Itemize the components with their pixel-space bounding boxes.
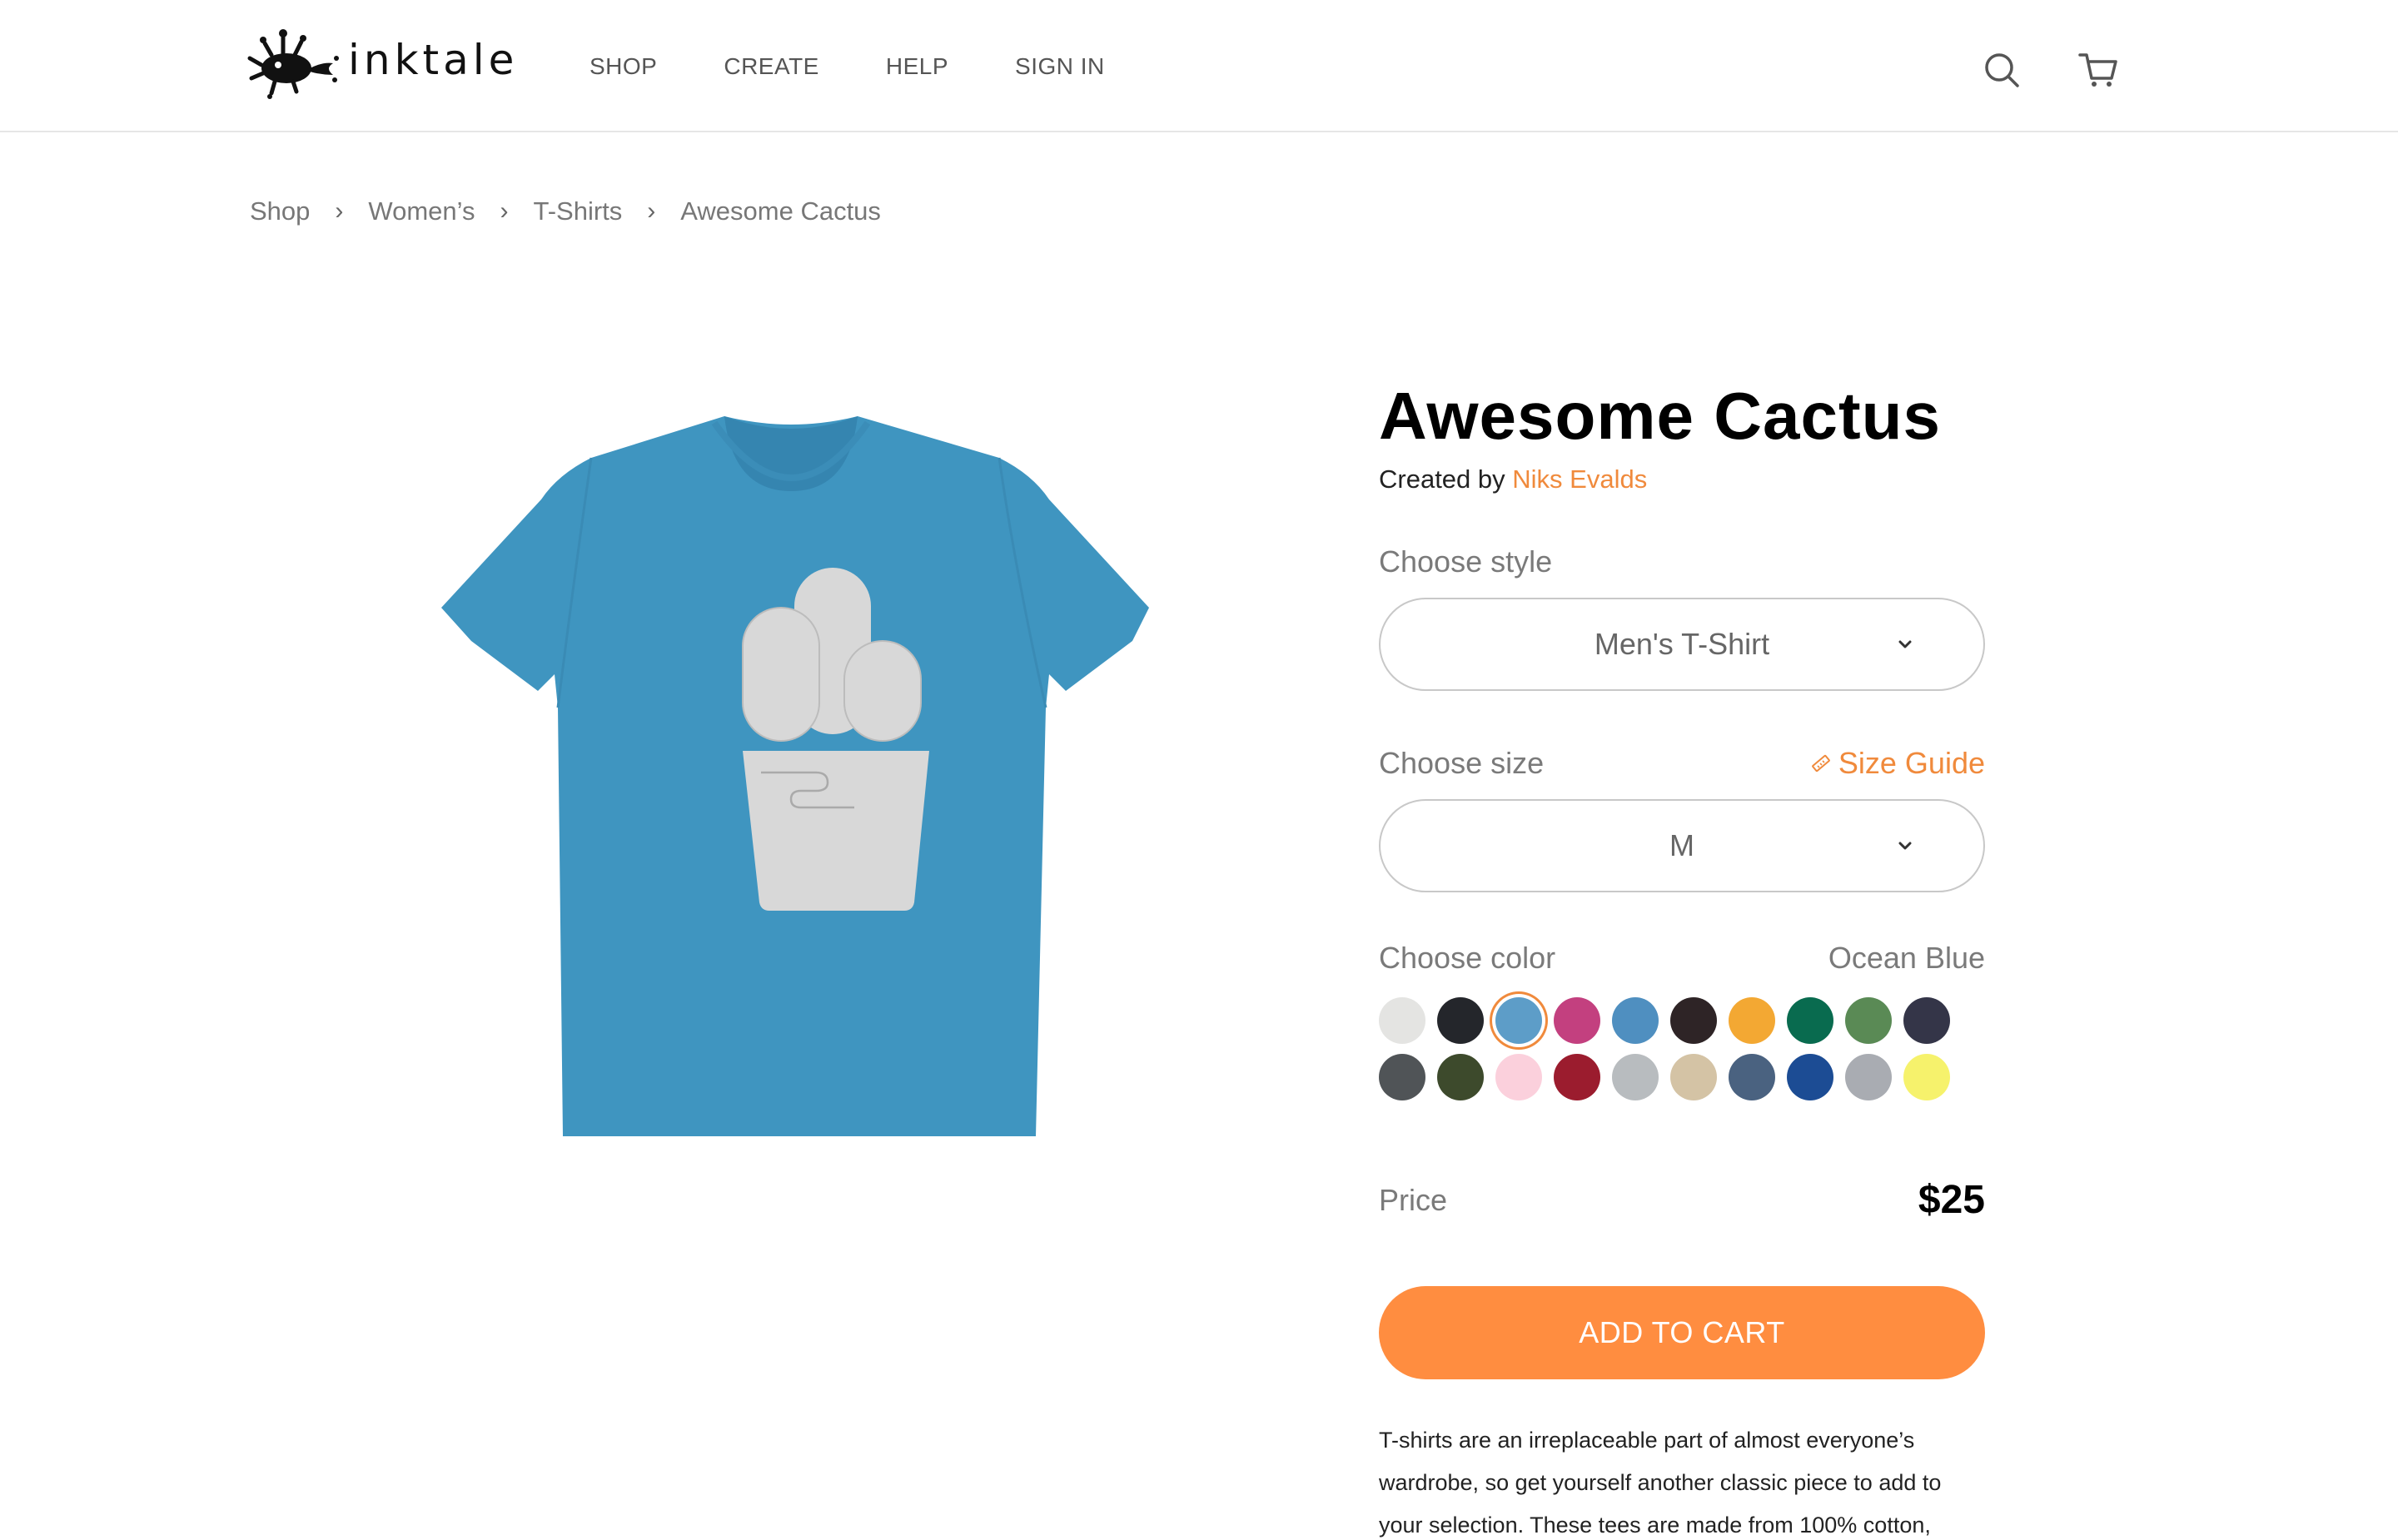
price-value: $25 [1918, 1178, 1985, 1222]
search-button[interactable] [1982, 50, 2022, 90]
color-swatch[interactable] [1670, 1054, 1717, 1100]
color-swatch[interactable] [1495, 1054, 1542, 1100]
color-swatch[interactable] [1845, 997, 1892, 1044]
breadcrumb-separator: › [335, 197, 344, 225]
breadcrumb: Shop › Women’s › T-Shirts › Awesome Cact… [250, 196, 881, 226]
breadcrumb-separator: › [647, 197, 656, 225]
product-image [433, 408, 1149, 1149]
product-title: Awesome Cactus [1379, 379, 1942, 453]
color-swatch[interactable] [1845, 1054, 1892, 1100]
chevron-down-icon [1898, 640, 1912, 648]
color-swatch[interactable] [1787, 997, 1833, 1044]
ruler-icon [1812, 754, 1830, 772]
choose-color-label: Choose color [1379, 941, 1556, 975]
cart-icon [2078, 53, 2117, 87]
chevron-down-icon [1898, 842, 1912, 850]
product-details: Awesome Cactus Created by Niks Evalds Ch… [1379, 375, 1985, 1540]
breadcrumb-t-shirts[interactable]: T-Shirts [533, 196, 622, 226]
color-swatch[interactable] [1787, 1054, 1833, 1100]
color-swatch[interactable] [1670, 997, 1717, 1044]
breadcrumb-womens[interactable]: Women’s [368, 196, 475, 226]
nav-shop[interactable]: SHOP [590, 53, 657, 80]
size-guide-label: Size Guide [1838, 746, 1985, 780]
t-shirt-mockup [441, 416, 1149, 1136]
color-swatch[interactable] [1437, 1054, 1484, 1100]
style-select-value: Men's T-Shirt [1594, 627, 1770, 661]
color-swatch[interactable] [1903, 1054, 1950, 1100]
main-nav: SHOP CREATE HELP SIGN IN [590, 53, 1172, 80]
style-select[interactable]: Men's T-Shirt [1379, 598, 1985, 691]
price-label: Price [1379, 1182, 1448, 1217]
color-swatches [1379, 997, 1985, 1100]
ink-splat-logo-icon [247, 29, 339, 99]
nav-sign-in[interactable]: SIGN IN [1015, 53, 1105, 80]
breadcrumb-current: Awesome Cactus [680, 196, 881, 226]
choose-size-label: Choose size [1379, 746, 1545, 780]
cactus-left [742, 607, 820, 742]
cactus-right [843, 640, 922, 742]
color-swatch[interactable] [1554, 997, 1600, 1044]
nav-create[interactable]: CREATE [724, 53, 819, 80]
search-icon [1985, 53, 2019, 87]
created-by-label: Created by [1379, 464, 1505, 494]
color-swatch[interactable] [1437, 997, 1484, 1044]
color-swatch[interactable] [1554, 1054, 1600, 1100]
breadcrumb-separator: › [500, 197, 509, 225]
size-select[interactable]: M [1379, 799, 1985, 892]
nav-help[interactable]: HELP [886, 53, 948, 80]
cactus-pot [743, 751, 929, 911]
selected-color-name: Ocean Blue [1828, 941, 1985, 975]
size-label-row: Choose size Size Guide [1379, 746, 1985, 781]
color-swatch[interactable] [1379, 997, 1425, 1044]
color-swatch[interactable] [1729, 1054, 1775, 1100]
price-row: Price $25 [1379, 1177, 1985, 1223]
creator-link[interactable]: Niks Evalds [1512, 464, 1647, 494]
size-guide-link[interactable]: Size Guide [1810, 746, 1985, 781]
color-swatch[interactable] [1903, 997, 1950, 1044]
color-swatch[interactable] [1612, 1054, 1659, 1100]
product-description: T-shirts are an irreplaceable part of al… [1379, 1428, 1942, 1538]
color-swatch[interactable] [1612, 997, 1659, 1044]
style-label-row: Choose style [1379, 544, 1985, 579]
color-swatch[interactable] [1729, 997, 1775, 1044]
color-swatch[interactable] [1379, 1054, 1425, 1100]
creator-byline: Created by Niks Evalds [1379, 464, 1985, 494]
color-swatch[interactable] [1495, 997, 1542, 1044]
choose-style-label: Choose style [1379, 544, 1553, 579]
site-header: inktale SHOP CREATE HELP SIGN IN [0, 0, 2398, 132]
cart-button[interactable] [2078, 50, 2118, 90]
size-select-value: M [1669, 828, 1694, 862]
add-to-cart-button[interactable]: ADD TO CART [1379, 1286, 1985, 1379]
logo[interactable]: inktale [246, 25, 518, 100]
color-label-row: Choose color Ocean Blue [1379, 941, 1985, 976]
breadcrumb-shop[interactable]: Shop [250, 196, 310, 226]
logo-text: inktale [348, 36, 519, 84]
